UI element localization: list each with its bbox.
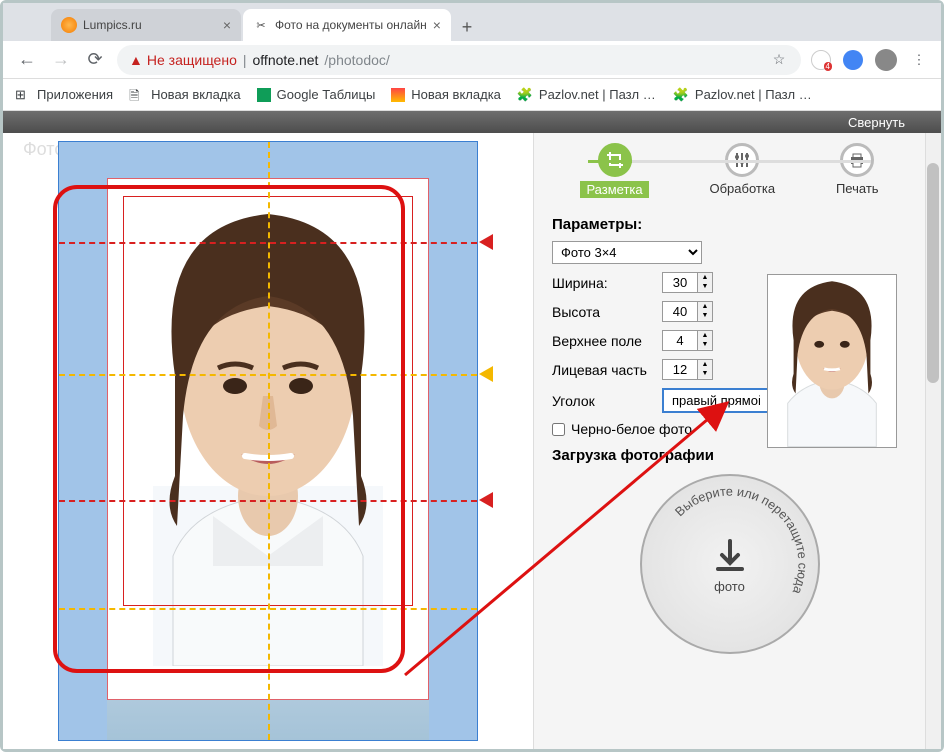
bookmark-item[interactable]: 🗎Новая вкладка bbox=[129, 87, 241, 103]
browser-tab-bar: Lumpics.ru × ✂ Фото на документы онлайн … bbox=[3, 3, 941, 41]
settings-panel: Разметка Обработка Печать Параметры: Фот… bbox=[533, 133, 941, 749]
facepart-spinner[interactable]: ▲▼ bbox=[698, 359, 713, 380]
params-heading: Параметры: bbox=[552, 216, 907, 233]
scrollbar-thumb[interactable] bbox=[927, 163, 939, 383]
forward-button[interactable]: → bbox=[49, 48, 73, 72]
bw-checkbox[interactable] bbox=[552, 423, 565, 436]
app-top-bar: Свернуть bbox=[3, 111, 941, 133]
crop-favicon-icon: ✂ bbox=[253, 17, 269, 33]
scrollbar-vertical[interactable] bbox=[925, 133, 941, 749]
bookmark-item[interactable]: Новая вкладка bbox=[391, 87, 501, 102]
tab-photodoc[interactable]: ✂ Фото на документы онлайн × bbox=[243, 9, 451, 41]
extension-icon-1[interactable]: 4 bbox=[811, 50, 831, 70]
page-icon: 🗎 bbox=[129, 87, 145, 103]
facepart-input[interactable]: 12 bbox=[662, 359, 698, 380]
tab-close-icon[interactable]: × bbox=[223, 17, 231, 33]
orange-favicon-icon bbox=[61, 17, 77, 33]
height-label: Высота bbox=[552, 304, 662, 320]
params-section: Параметры: Фото 3×4 Ширина: 30▲▼ Высота … bbox=[534, 208, 925, 662]
puzzle-icon: 🧩 bbox=[673, 87, 689, 103]
not-secure-badge[interactable]: ▲ Не защищено bbox=[129, 52, 237, 68]
address-bar-row: ← → ⟳ ▲ Не защищено | offnote.net/photod… bbox=[3, 41, 941, 79]
preview-frame[interactable] bbox=[58, 141, 478, 741]
step-processing[interactable]: Обработка bbox=[710, 143, 776, 198]
bookmark-item[interactable]: Google Таблицы bbox=[257, 87, 376, 102]
bookmark-item[interactable]: 🧩Pazlov.net | Пазл - Со... bbox=[517, 87, 657, 103]
preset-select[interactable]: Фото 3×4 bbox=[552, 241, 702, 264]
star-icon[interactable]: ☆ bbox=[769, 50, 789, 70]
topmargin-label: Верхнее поле bbox=[552, 333, 662, 349]
step-bar: Разметка Обработка Печать bbox=[534, 133, 925, 208]
topmargin-spinner[interactable]: ▲▼ bbox=[698, 330, 713, 351]
tab-label: Фото на документы онлайн bbox=[275, 18, 427, 32]
bookmarks-bar: ⊞Приложения 🗎Новая вкладка Google Таблиц… bbox=[3, 79, 941, 111]
profile-avatar[interactable] bbox=[875, 49, 897, 71]
facepart-label: Лицевая часть bbox=[552, 362, 662, 378]
reload-button[interactable]: ⟳ bbox=[83, 48, 107, 72]
height-input[interactable]: 40 bbox=[662, 301, 698, 322]
address-bar[interactable]: ▲ Не защищено | offnote.net/photodoc/ ☆ bbox=[117, 45, 801, 75]
new-tab-button[interactable]: + bbox=[453, 13, 481, 41]
puzzle-icon: 🧩 bbox=[517, 87, 533, 103]
bookmark-item[interactable]: 🧩Pazlov.net | Пазл - Ка... bbox=[673, 87, 813, 103]
bw-label: Черно-белое фото bbox=[571, 421, 692, 437]
tab-lumpics[interactable]: Lumpics.ru × bbox=[51, 9, 241, 41]
upload-dropzone[interactable]: Выберите или перетащите сюда фото bbox=[640, 474, 820, 654]
width-input[interactable]: 30 bbox=[662, 272, 698, 293]
apps-grid-icon: ⊞ bbox=[15, 87, 31, 103]
menu-icon[interactable]: ⋮ bbox=[909, 50, 929, 70]
photo-preview-panel: Фото на документы bbox=[3, 133, 533, 749]
bookmark-apps[interactable]: ⊞Приложения bbox=[15, 87, 113, 103]
width-spinner[interactable]: ▲▼ bbox=[698, 272, 713, 293]
topmargin-input[interactable]: 4 bbox=[662, 330, 698, 351]
extension-icon-2[interactable] bbox=[843, 50, 863, 70]
collapse-link[interactable]: Свернуть bbox=[848, 115, 905, 130]
url-host: offnote.net bbox=[253, 52, 319, 68]
width-label: Ширина: bbox=[552, 275, 662, 291]
svg-text:Выберите или перетащите сюда: Выберите или перетащите сюда bbox=[671, 484, 810, 598]
warning-icon: ▲ bbox=[129, 52, 143, 68]
upload-curved-text: Выберите или перетащите сюда bbox=[642, 476, 818, 652]
step-print[interactable]: Печать bbox=[836, 143, 879, 198]
marker-eyes-orange-icon[interactable] bbox=[479, 366, 493, 382]
page-color-icon bbox=[391, 88, 405, 102]
step-markup[interactable]: Разметка bbox=[580, 143, 648, 198]
corner-label: Уголок bbox=[552, 393, 662, 409]
sheets-icon bbox=[257, 88, 271, 102]
upload-heading: Загрузка фотографии bbox=[552, 447, 907, 464]
thumbnail-preview bbox=[767, 274, 897, 448]
back-button[interactable]: ← bbox=[15, 48, 39, 72]
not-secure-label: Не защищено bbox=[147, 52, 237, 68]
tab-label: Lumpics.ru bbox=[83, 18, 217, 32]
marker-chin-red-icon[interactable] bbox=[479, 492, 493, 508]
tab-close-icon[interactable]: × bbox=[433, 17, 441, 33]
height-spinner[interactable]: ▲▼ bbox=[698, 301, 713, 322]
url-path: /photodoc/ bbox=[324, 52, 389, 68]
marker-top-red-icon[interactable] bbox=[479, 234, 493, 250]
corner-select[interactable]: правый прямой bbox=[662, 388, 782, 413]
guide-center-vertical[interactable] bbox=[268, 142, 270, 740]
